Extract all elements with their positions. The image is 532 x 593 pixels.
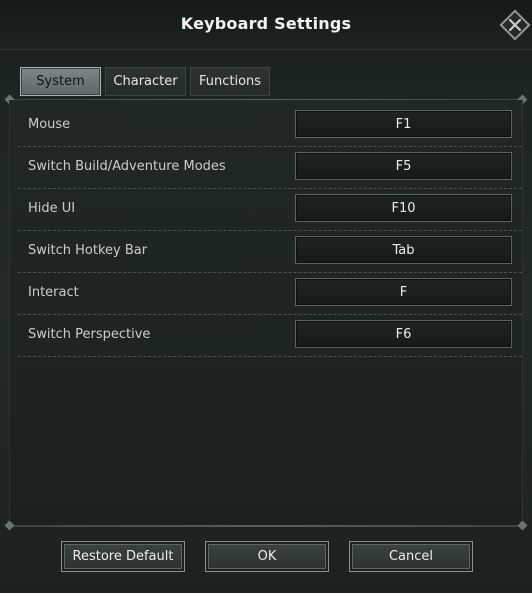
binding-row-hide-ui: Hide UI F10 <box>18 189 522 231</box>
binding-action-label: Mouse <box>28 117 71 132</box>
close-icon <box>508 18 522 32</box>
binding-action-label: Switch Hotkey Bar <box>28 243 148 258</box>
tab-functions[interactable]: Functions <box>190 67 270 96</box>
tab-character[interactable]: Character <box>105 67 186 96</box>
binding-action-label: Hide UI <box>28 201 76 216</box>
binding-row-interact: Interact F <box>18 273 522 315</box>
key-binding-button[interactable]: F6 <box>295 320 512 348</box>
binding-action-label: Switch Perspective <box>28 327 151 342</box>
divider-cap <box>517 520 528 531</box>
binding-action-label: Switch Build/Adventure Modes <box>28 159 226 174</box>
key-binding-button[interactable]: Tab <box>295 236 512 264</box>
key-binding-button[interactable]: F10 <box>295 194 512 222</box>
tab-bar: System Character Functions <box>20 67 270 97</box>
keyboard-settings-dialog: Keyboard Settings System Character Funct… <box>0 0 532 593</box>
key-binding-button[interactable]: F <box>295 278 512 306</box>
title-bar: Keyboard Settings <box>0 0 532 50</box>
key-binding-button[interactable]: F1 <box>295 110 512 138</box>
tab-system[interactable]: System <box>20 67 101 96</box>
tab-label: Character <box>113 74 178 89</box>
binding-row-switch-hotkey-bar: Switch Hotkey Bar Tab <box>18 231 522 273</box>
key-binding-button[interactable]: F5 <box>295 152 512 180</box>
ok-button[interactable]: OK <box>205 541 329 572</box>
binding-row-switch-build-adventure: Switch Build/Adventure Modes F5 <box>18 147 522 189</box>
tab-label: Functions <box>198 74 262 89</box>
restore-default-button[interactable]: Restore Default <box>61 541 185 572</box>
dialog-title: Keyboard Settings <box>180 14 352 33</box>
binding-row-mouse: Mouse F1 <box>18 105 522 147</box>
binding-action-label: Interact <box>28 285 79 300</box>
cancel-button[interactable]: Cancel <box>349 541 473 572</box>
bottom-divider <box>4 520 528 531</box>
binding-row-switch-perspective: Switch Perspective F6 <box>18 315 522 357</box>
tab-label: System <box>36 74 85 89</box>
close-button[interactable] <box>499 9 531 41</box>
